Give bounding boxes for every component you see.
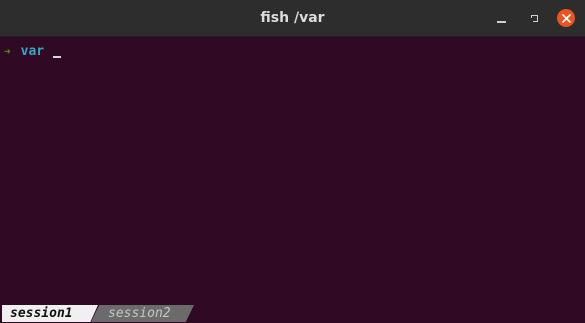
current-directory: var: [20, 44, 45, 59]
minimize-button[interactable]: [491, 8, 511, 28]
maximize-icon: [528, 14, 538, 22]
prompt-line: ➜ var: [4, 43, 62, 61]
close-button[interactable]: [557, 9, 575, 27]
minimize-icon: [496, 21, 506, 23]
terminal-window: fish /var ➜ var session1 session2: [0, 0, 585, 323]
tab-session2[interactable]: session2: [91, 305, 194, 322]
terminal-area[interactable]: ➜ var: [0, 37, 585, 303]
prompt-arrow-icon: ➜: [4, 45, 11, 58]
text-cursor: [53, 56, 62, 58]
session-tab-bar: session1 session2: [0, 303, 585, 323]
close-icon: [561, 13, 571, 23]
tab-session1[interactable]: session1: [2, 305, 98, 322]
title-bar[interactable]: fish /var: [0, 0, 585, 37]
maximize-button[interactable]: [524, 8, 544, 28]
